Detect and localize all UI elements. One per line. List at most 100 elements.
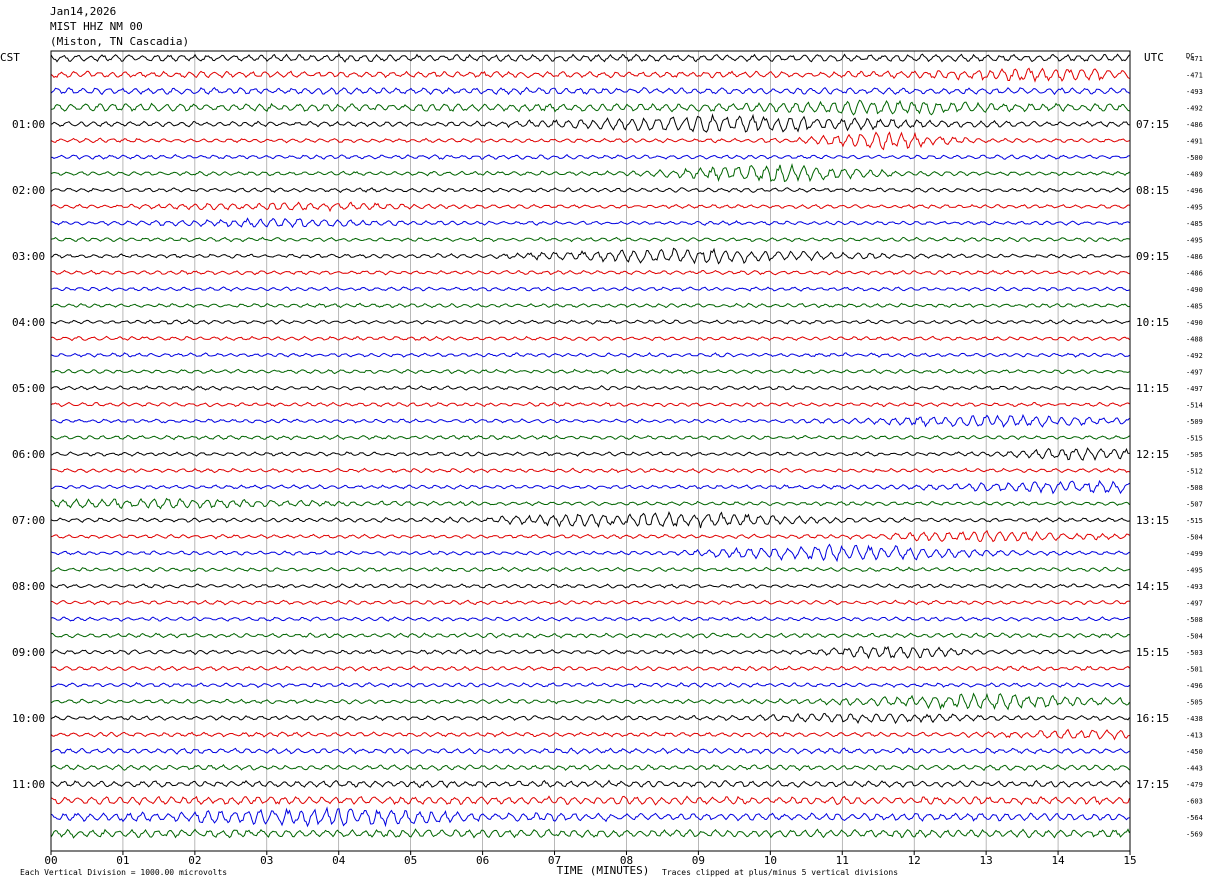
cst-time-label: 04:00 <box>12 316 45 329</box>
trace-line <box>50 511 1130 529</box>
cst-time-label: 01:00 <box>12 118 45 131</box>
dc-offset-label: -497 <box>1186 385 1203 393</box>
trace-line <box>50 318 1130 325</box>
dc-offset-label: -471 <box>1186 72 1203 80</box>
trace-line <box>50 583 1130 589</box>
trace-line <box>50 401 1130 408</box>
trace-line <box>50 302 1130 309</box>
dc-offset-label: -497 <box>1186 369 1203 377</box>
dc-offset-label: -497 <box>1186 600 1203 608</box>
trace-line <box>50 269 1130 276</box>
trace-line <box>50 53 1130 63</box>
trace-line <box>50 434 1130 441</box>
helicorder-chart: 00 01 02 03 04 05 06 07 08 09 10 11 12 13 14 15TIME (MI… <box>0 50 1203 877</box>
x-tick-label: 04 <box>332 854 346 867</box>
trace-line <box>50 352 1130 358</box>
trace-line <box>50 795 1130 806</box>
dc-offset-label: -488 <box>1186 336 1203 344</box>
trace-line <box>50 779 1130 789</box>
dc-offset-label: -495 <box>1186 237 1203 245</box>
dc-offset-label: -504 <box>1186 633 1203 641</box>
dc-offset-label: -505 <box>1186 699 1203 707</box>
trace-line <box>50 806 1130 828</box>
x-tick-label: 14 <box>1051 854 1065 867</box>
dc-offset-label: -493 <box>1186 88 1203 96</box>
dc-offset-label: -504 <box>1186 534 1203 542</box>
dc-offset-label: -489 <box>1186 171 1203 179</box>
utc-time-label: 16:15 <box>1136 712 1169 725</box>
dc-offset-label: -501 <box>1186 666 1203 674</box>
plot-border <box>50 50 1131 852</box>
dc-offset-label: -491 <box>1186 138 1203 146</box>
dc-offset-label: -496 <box>1186 682 1203 690</box>
trace-line <box>50 599 1130 606</box>
trace-line <box>50 131 1130 151</box>
dc-offset-label: -512 <box>1186 468 1203 476</box>
dc-offset-label: -503 <box>1186 649 1203 657</box>
trace-line <box>50 530 1130 543</box>
trace-line <box>50 187 1130 193</box>
x-tick-label: 01 <box>116 854 129 867</box>
trace-line <box>50 828 1130 839</box>
dc-offset-label: -490 <box>1186 319 1203 327</box>
trace-line <box>50 67 1130 83</box>
minute-gridlines <box>122 51 1059 851</box>
trace-line <box>50 566 1130 573</box>
trace-line <box>50 497 1130 510</box>
utc-time-label: 13:15 <box>1136 514 1169 527</box>
utc-time-label: 11:15 <box>1136 382 1169 395</box>
dc-offset-label: -569 <box>1186 831 1203 839</box>
dc-offset-label: -490 <box>1186 286 1203 294</box>
utc-time-label: 14:15 <box>1136 580 1169 593</box>
x-tick-label: 12 <box>908 854 921 867</box>
dc-offset-label: -495 <box>1186 567 1203 575</box>
trace-line <box>50 162 1130 183</box>
dc-offset-label: -500 <box>1186 154 1203 162</box>
x-tick-label: 03 <box>260 854 273 867</box>
utc-label: UTC <box>1144 51 1164 64</box>
trace-line <box>50 692 1130 711</box>
dc-offset-label: -492 <box>1186 352 1203 360</box>
seismic-traces <box>50 53 1130 839</box>
x-tick-label: 05 <box>404 854 417 867</box>
trace-line <box>50 632 1130 639</box>
dc-offset-label: -485 <box>1186 220 1203 228</box>
dc-offset-label: -443 <box>1186 765 1203 773</box>
dc-offset-label: -492 <box>1186 105 1203 113</box>
dc-offset-label: -603 <box>1186 798 1203 806</box>
x-tick-label: 06 <box>476 854 489 867</box>
trace-line <box>50 543 1130 563</box>
cst-time-label: 07:00 <box>12 514 45 527</box>
trace-line <box>50 413 1130 428</box>
utc-time-label: 10:15 <box>1136 316 1169 329</box>
utc-time-label: 12:15 <box>1136 448 1169 461</box>
trace-line <box>50 763 1130 772</box>
utc-time-label: 09:15 <box>1136 250 1169 263</box>
cst-time-label: 03:00 <box>12 250 45 263</box>
dc-offset-label: -471 <box>1186 55 1203 63</box>
x-axis-title: TIME (MINUTES) <box>557 864 650 877</box>
cst-time-label: 06:00 <box>12 448 45 461</box>
dc-offset-label: -564 <box>1186 814 1203 822</box>
trace-line <box>50 335 1130 342</box>
x-tick-label: 15 <box>1123 854 1136 867</box>
dc-offset-label: -515 <box>1186 435 1203 443</box>
dc-offset-label: -438 <box>1186 715 1203 723</box>
dc-offset-label: -509 <box>1186 418 1203 426</box>
x-tick-label: 11 <box>836 854 849 867</box>
trace-line <box>50 385 1130 391</box>
x-tick-label: 00 <box>44 854 57 867</box>
x-tick-label: 10 <box>764 854 777 867</box>
trace-line <box>50 154 1130 160</box>
trace-line <box>50 368 1130 375</box>
trace-line <box>50 616 1130 622</box>
dc-offset-label: -450 <box>1186 748 1203 756</box>
cst-time-label: 08:00 <box>12 580 45 593</box>
trace-line <box>50 286 1130 292</box>
trace-line <box>50 645 1130 660</box>
trace-line <box>50 447 1130 462</box>
utc-time-label: 07:15 <box>1136 118 1169 131</box>
dc-offset-label: -496 <box>1186 187 1203 195</box>
trace-line <box>50 113 1130 133</box>
trace-line <box>50 479 1130 495</box>
